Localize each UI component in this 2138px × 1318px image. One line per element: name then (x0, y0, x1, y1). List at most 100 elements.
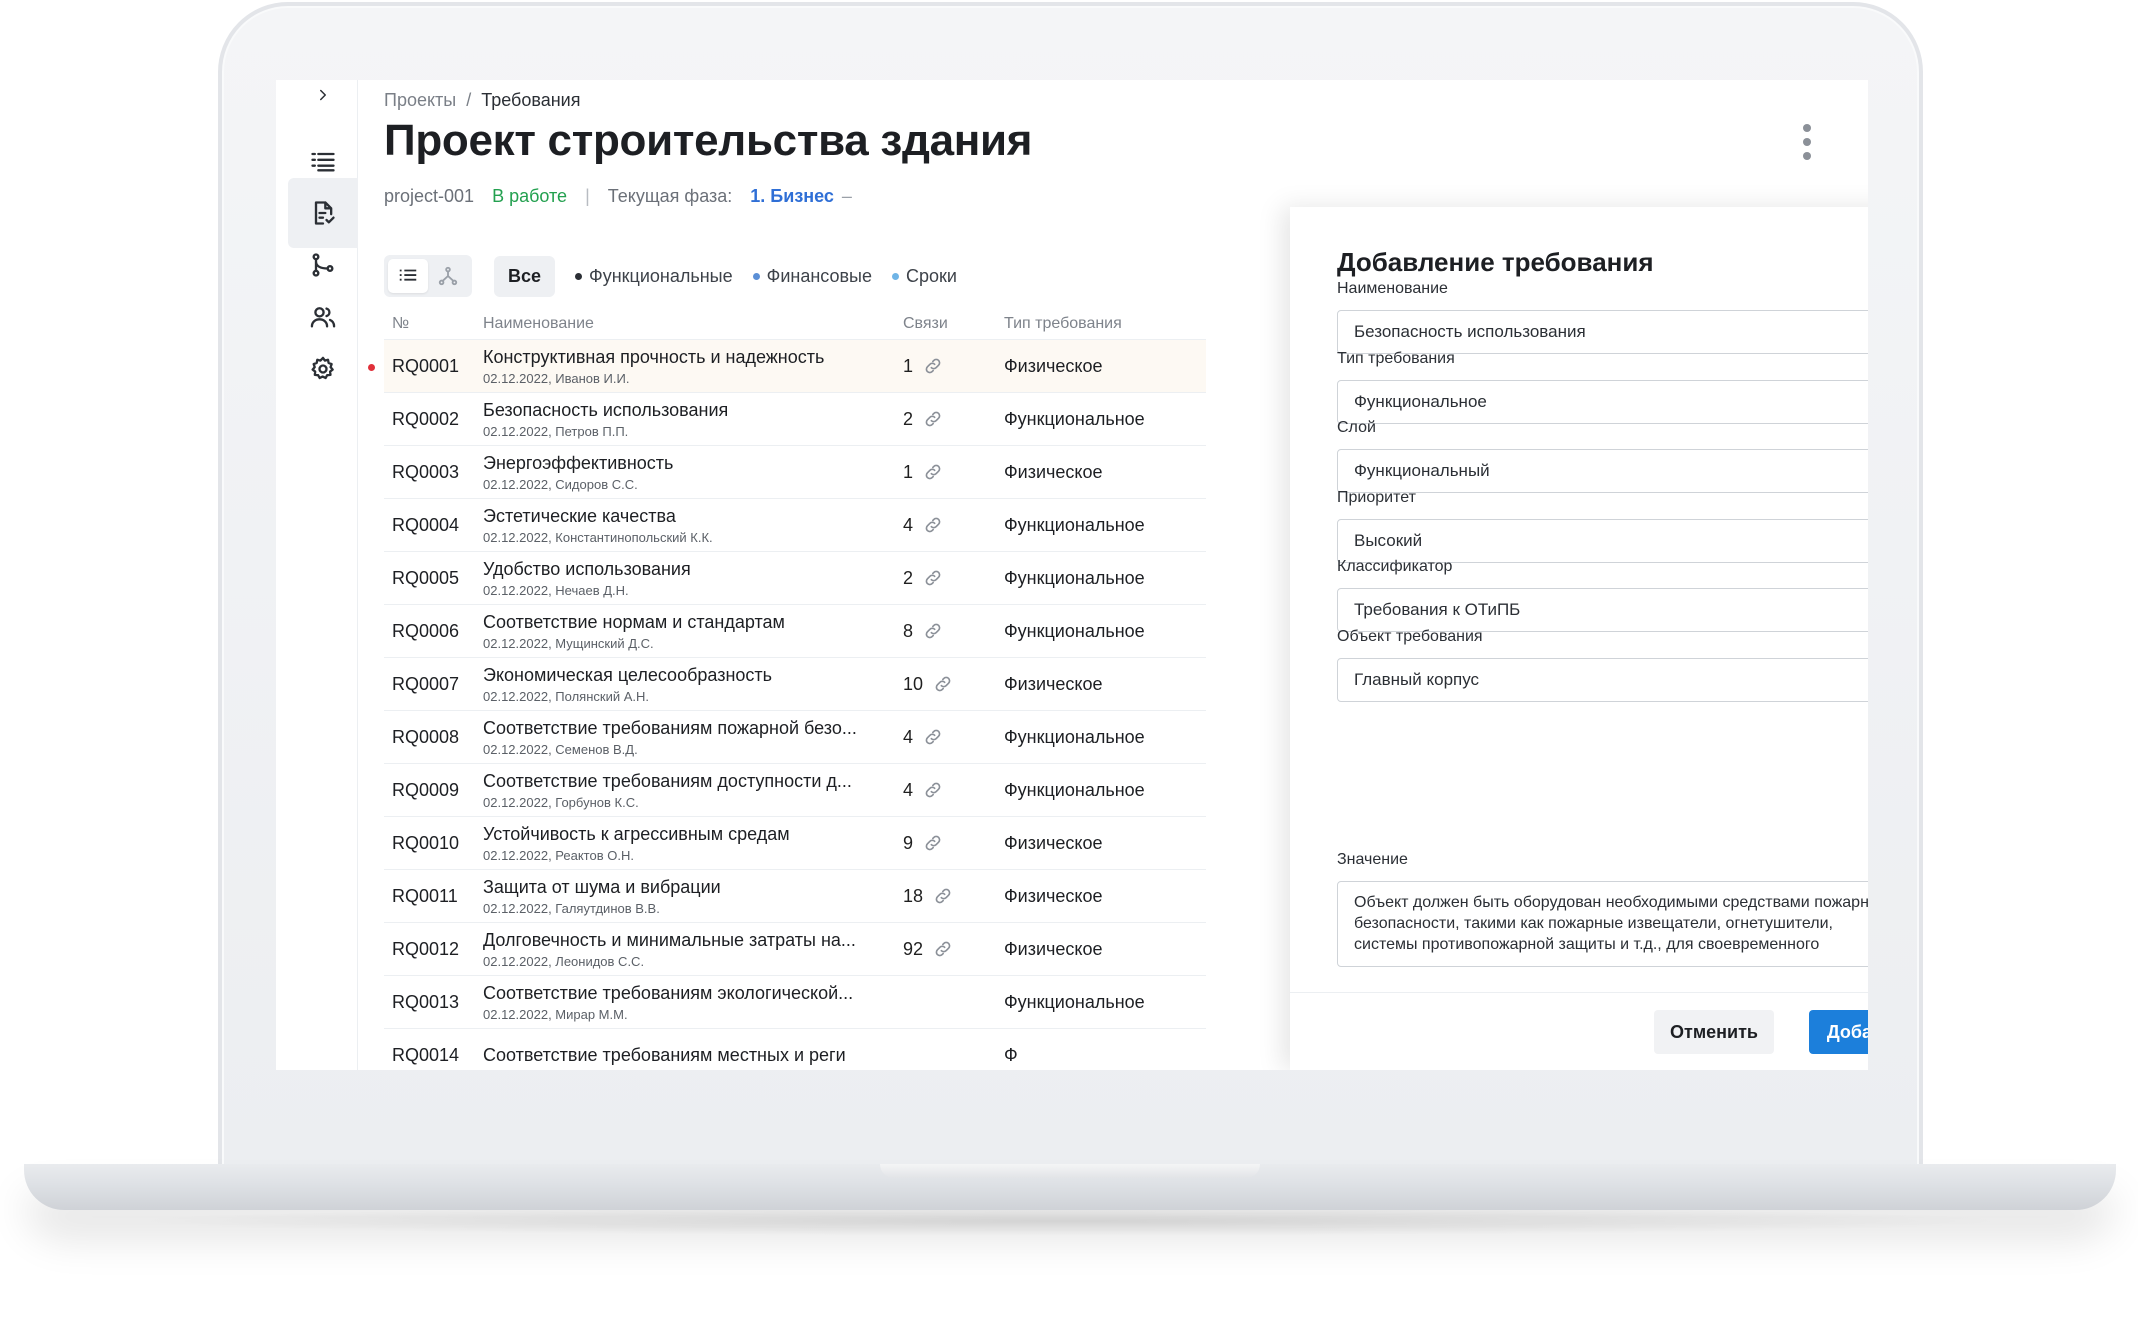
table-row[interactable]: RQ0003 Энергоэффективность 02.12.2022, Сид… (384, 446, 1206, 499)
list-view-button[interactable] (388, 259, 428, 293)
phase-dash: – (841, 186, 852, 206)
filter-all-button[interactable]: Все (494, 255, 556, 297)
row-links[interactable]: 10 (903, 674, 1004, 695)
links-count: 8 (903, 620, 914, 641)
expand-sidebar-button[interactable] (288, 80, 358, 110)
table-row[interactable]: RQ0014 Соответствие требованиям местных и… (384, 1029, 1206, 1070)
row-title[interactable]: Конструктивная прочность и надежность (483, 347, 873, 368)
row-title[interactable]: Защита от шума и вибрации (483, 877, 873, 898)
row-name-cell: Защита от шума и вибрации 02.12.2022, Гал… (483, 877, 903, 916)
filter-chip[interactable]: Финансовые (752, 265, 872, 287)
select-field[interactable]: Требования к ОТиПБ (1337, 588, 1868, 632)
row-links[interactable]: 8 (903, 621, 1004, 642)
column-header-type[interactable]: Тип требования (1004, 315, 1206, 333)
breadcrumb-projects-link[interactable]: Проекты (384, 90, 456, 110)
row-links[interactable]: 92 (903, 939, 1004, 960)
select-field[interactable]: Высокий (1337, 518, 1868, 563)
row-meta: 02.12.2022, Семенов В.Д. (483, 741, 638, 757)
table-row[interactable]: RQ0013 Соответствие требованиям экологиче… (384, 976, 1206, 1029)
value-textarea[interactable]: Объект должен быть оборудован необходимы… (1337, 881, 1868, 967)
row-links[interactable]: 18 (903, 886, 1004, 907)
filter-chip[interactable]: Функциональные (575, 266, 733, 287)
chevron-right-icon (320, 89, 326, 101)
row-title[interactable]: Долговечность и минимальные затраты на..… (483, 930, 873, 951)
row-number: RQ0004 (392, 514, 460, 535)
row-title[interactable]: Соответствие требованиям местных и реги (483, 1045, 873, 1066)
row-links[interactable]: 1 (903, 462, 1004, 483)
field-label: Значение (1337, 851, 1408, 868)
row-title[interactable]: Удобство использования (483, 559, 873, 580)
links-count: 4 (903, 726, 914, 747)
table-row[interactable]: RQ0005 Удобство использования 02.12.2022, … (384, 552, 1206, 605)
column-header-links[interactable]: Связи (903, 315, 1004, 333)
filter-chips: Все Функциональные Финансовые Сроки (494, 255, 957, 297)
row-title[interactable]: Устойчивость к агрессивным средам (483, 824, 873, 845)
column-header-number[interactable]: № (384, 315, 483, 333)
row-meta: 02.12.2022, Константинопольский К.К. (483, 529, 713, 545)
text-input[interactable]: Безопасность использования (1337, 310, 1868, 354)
sidebar-rail (276, 80, 358, 1070)
phase-value[interactable]: 1. Бизнес (750, 186, 834, 207)
row-number: RQ0002 (392, 408, 460, 429)
table-toolbar: Все Функциональные Финансовые Сроки (384, 255, 957, 297)
gear-icon (311, 356, 334, 380)
row-title[interactable]: Безопасность использования (483, 400, 873, 421)
select-field[interactable]: Функциональный (1337, 449, 1868, 493)
graph-view-button[interactable] (428, 259, 468, 293)
table-row[interactable]: RQ0001 Конструктивная прочность и надежно… (368, 340, 1206, 393)
row-title[interactable]: Соответствие нормам и стандартам (483, 612, 873, 633)
table-row[interactable]: RQ0010 Устойчивость к агрессивным средам 0… (384, 817, 1206, 870)
table-row[interactable]: RQ0002 Безопасность использования 02.12.20… (384, 393, 1206, 446)
add-button[interactable]: Добавить (1808, 1010, 1868, 1054)
row-title[interactable]: Эстетические качества (483, 506, 873, 527)
row-links[interactable]: 1 (903, 356, 1004, 377)
table-row[interactable]: RQ0007 Экономическая целесообразность 02.1… (384, 658, 1206, 711)
row-links[interactable]: 4 (903, 727, 1004, 748)
filter-chip[interactable]: Сроки (892, 266, 957, 287)
field-value: Высокий (1354, 530, 1423, 550)
table-row[interactable]: RQ0006 Соответствие нормам и стандартам 02… (384, 605, 1206, 658)
row-links[interactable]: 9 (903, 833, 1004, 854)
row-title[interactable]: Соответствие требованиям экологической..… (483, 983, 873, 1004)
link-icon (935, 888, 951, 904)
row-type: Физическое (1004, 938, 1103, 959)
row-title[interactable]: Энергоэффективность (483, 453, 873, 474)
field-value: Функциональное (1354, 391, 1487, 411)
sidebar-item-settings[interactable] (288, 334, 358, 404)
row-links[interactable]: 4 (903, 780, 1004, 801)
table-row[interactable]: RQ0011 Защита от шума и вибрации 02.12.202… (384, 870, 1206, 923)
row-number: RQ0006 (392, 620, 460, 641)
row-meta: 02.12.2022, Нечаев Д.Н. (483, 582, 629, 598)
list-icon (399, 269, 417, 281)
filter-dot (892, 272, 899, 280)
field-label: Слой (1337, 419, 1376, 436)
select-field[interactable]: Главный корпус (1337, 657, 1868, 702)
select-field[interactable]: Функциональное (1337, 379, 1868, 424)
more-options-button[interactable] (1802, 124, 1812, 160)
cancel-button[interactable]: Отменить (1654, 1010, 1774, 1054)
form-field: Классификатор Требования к ОТиПБ (1337, 558, 1868, 632)
filter-label: Функциональные (589, 265, 733, 286)
row-name-cell: Соответствие требованиям местных и реги (483, 1045, 903, 1066)
row-title[interactable]: Соответствие требованиям пожарной безо..… (483, 718, 873, 739)
filter-label: Финансовые (766, 265, 872, 286)
row-links[interactable]: 2 (903, 409, 1004, 430)
row-links[interactable]: 2 (903, 568, 1004, 589)
column-header-name[interactable]: Наименование (483, 315, 903, 333)
table-row[interactable]: RQ0009 Соответствие требованиям доступнос… (384, 764, 1206, 817)
table-row[interactable]: RQ0004 Эстетические качества 02.12.2022, К… (384, 499, 1206, 552)
row-title[interactable]: Экономическая целесообразность (483, 665, 873, 686)
row-name-cell: Безопасность использования 02.12.2022, Пе… (483, 400, 903, 439)
table-row[interactable]: RQ0012 Долговечность и минимальные затрат… (384, 923, 1206, 976)
row-title[interactable]: Соответствие требованиям доступности д..… (483, 771, 873, 792)
users-icon (310, 307, 336, 328)
links-count: 4 (903, 514, 914, 535)
table-row[interactable]: RQ0008 Соответствие требованиям пожарной … (384, 711, 1206, 764)
row-name-cell: Экономическая целесообразность 02.12.2022… (483, 665, 903, 704)
requirements-table: № Наименование Связи Тип требования RQ00… (368, 308, 1206, 1070)
row-links[interactable]: 4 (903, 515, 1004, 536)
main-content: Проекты / Требования Проект строительства … (358, 80, 1868, 1070)
row-type: Физическое (1004, 355, 1103, 376)
row-meta: 02.12.2022, Горбунов К.С. (483, 794, 639, 810)
meta-divider: | (585, 186, 590, 206)
